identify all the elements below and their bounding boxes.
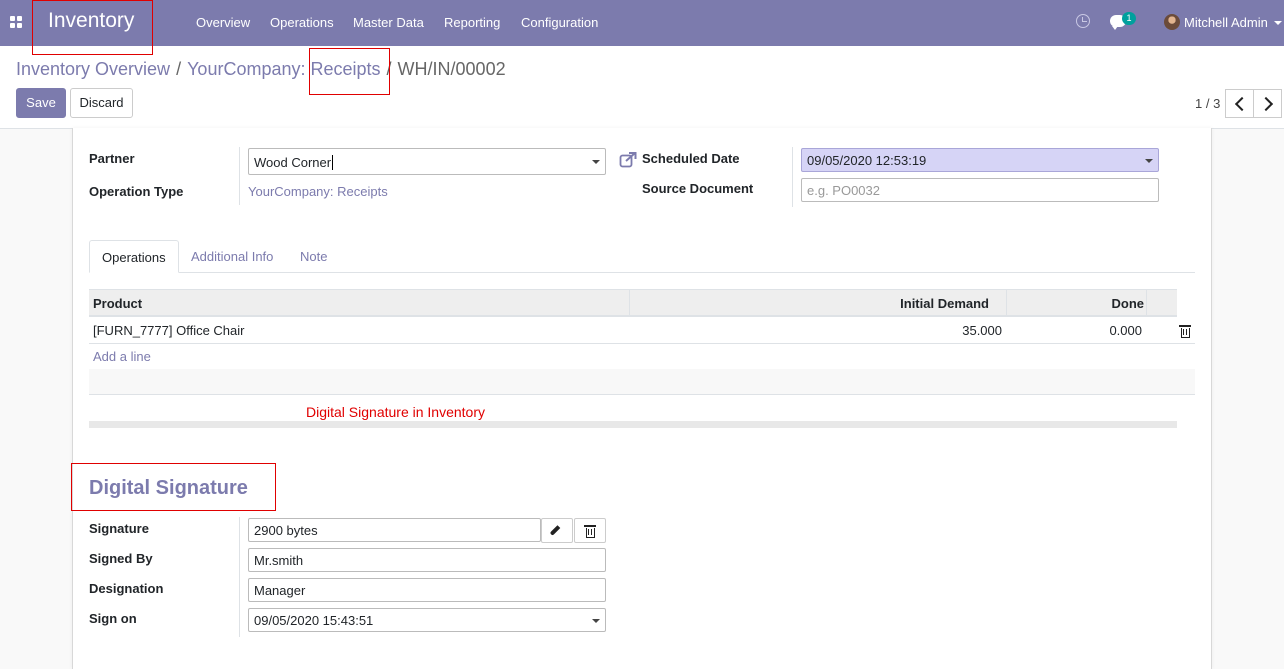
column-initial-demand[interactable]: Initial Demand	[900, 296, 989, 311]
menu-master-data[interactable]: Master Data	[353, 15, 424, 30]
column-done[interactable]: Done	[1112, 296, 1145, 311]
activity-clock-icon[interactable]	[1076, 14, 1090, 28]
signature-field[interactable]: 2900 bytes	[248, 518, 541, 542]
designation-label: Designation	[89, 581, 164, 596]
breadcrumb-inventory-overview[interactable]: Inventory Overview	[16, 59, 170, 79]
tab-additional-info[interactable]: Additional Info	[179, 240, 285, 273]
partner-dropdown-icon[interactable]	[592, 160, 600, 164]
external-link-icon[interactable]	[619, 152, 637, 168]
partner-value: Wood Corner	[254, 155, 332, 170]
pencil-icon	[549, 525, 561, 536]
pager-previous-button[interactable]	[1225, 89, 1254, 118]
pager-next-button[interactable]	[1253, 89, 1282, 118]
highlight-box-inventory	[32, 0, 153, 55]
operation-type-link[interactable]: YourCompany: Receipts	[248, 184, 388, 199]
edit-signature-button[interactable]	[541, 518, 573, 543]
menu-operations[interactable]: Operations	[270, 15, 334, 30]
sign-on-label: Sign on	[89, 611, 137, 626]
breadcrumb-current-record: WH/IN/00002	[397, 59, 506, 79]
signature-label: Signature	[89, 521, 149, 536]
field-separator	[239, 517, 240, 637]
form-sheet	[72, 128, 1212, 669]
column-divider	[1146, 290, 1147, 316]
operation-type-label: Operation Type	[89, 184, 184, 199]
menu-reporting[interactable]: Reporting	[444, 15, 500, 30]
signed-by-input[interactable]: Mr.smith	[248, 548, 606, 572]
designation-input[interactable]: Manager	[248, 578, 606, 602]
signed-by-label: Signed By	[89, 551, 153, 566]
trash-icon	[584, 525, 596, 538]
source-document-input[interactable]: e.g. PO0032	[801, 178, 1159, 202]
field-separator	[792, 147, 793, 207]
field-separator	[239, 147, 240, 205]
apps-grid-icon[interactable]	[10, 16, 22, 28]
add-a-line-link[interactable]: Add a line	[93, 349, 151, 364]
sign-on-field[interactable]: 09/05/2020 15:43:51	[248, 608, 606, 632]
column-divider	[629, 290, 630, 316]
done-cell[interactable]: 0.000	[1109, 323, 1142, 338]
sign-on-dropdown-icon[interactable]	[592, 619, 600, 623]
save-button[interactable]: Save	[16, 88, 66, 118]
product-cell[interactable]: [FURN_7777] Office Chair	[93, 323, 245, 338]
menu-configuration[interactable]: Configuration	[521, 15, 598, 30]
scheduled-date-dropdown-icon[interactable]	[1145, 159, 1153, 163]
top-navbar: Inventory Overview Operations Master Dat…	[0, 0, 1284, 46]
menu-overview[interactable]: Overview	[196, 15, 250, 30]
empty-table-row	[89, 369, 1195, 395]
column-divider	[1006, 290, 1007, 316]
sign-on-value: 09/05/2020 15:43:51	[254, 613, 374, 628]
partner-field[interactable]: Wood Corner	[248, 148, 606, 175]
discard-button[interactable]: Discard	[70, 88, 133, 118]
user-avatar[interactable]	[1164, 14, 1180, 30]
partner-label: Partner	[89, 151, 135, 166]
table-header: Product Initial Demand Done	[89, 289, 1177, 317]
user-menu-caret-icon[interactable]	[1274, 21, 1282, 25]
user-menu-name[interactable]: Mitchell Admin	[1184, 15, 1268, 30]
initial-demand-cell[interactable]: 35.000	[962, 323, 1002, 338]
tab-note[interactable]: Note	[288, 240, 339, 273]
delete-line-trash-icon[interactable]	[1179, 325, 1191, 338]
table-row[interactable]: [FURN_7777] Office Chair 35.000 0.000	[89, 318, 1195, 344]
messages-count-badge: 1	[1122, 12, 1136, 25]
table-footer	[89, 421, 1177, 428]
source-document-label: Source Document	[642, 181, 754, 196]
scheduled-date-label: Scheduled Date	[642, 151, 740, 166]
column-product[interactable]: Product	[93, 296, 142, 311]
scheduled-date-field[interactable]: 09/05/2020 12:53:19	[801, 148, 1159, 172]
tab-operations[interactable]: Operations	[89, 240, 179, 273]
highlight-box-digital-signature	[71, 463, 276, 511]
annotation-digital-signature-in-inventory: Digital Signature in Inventory	[306, 404, 485, 420]
highlight-box-receipts	[309, 48, 390, 95]
breadcrumb: Inventory Overview / YourCompany: Receipts…	[16, 59, 506, 79]
scheduled-date-value: 09/05/2020 12:53:19	[807, 153, 927, 168]
pager-value[interactable]: 1 / 3	[1195, 96, 1220, 111]
clear-signature-button[interactable]	[574, 518, 606, 543]
